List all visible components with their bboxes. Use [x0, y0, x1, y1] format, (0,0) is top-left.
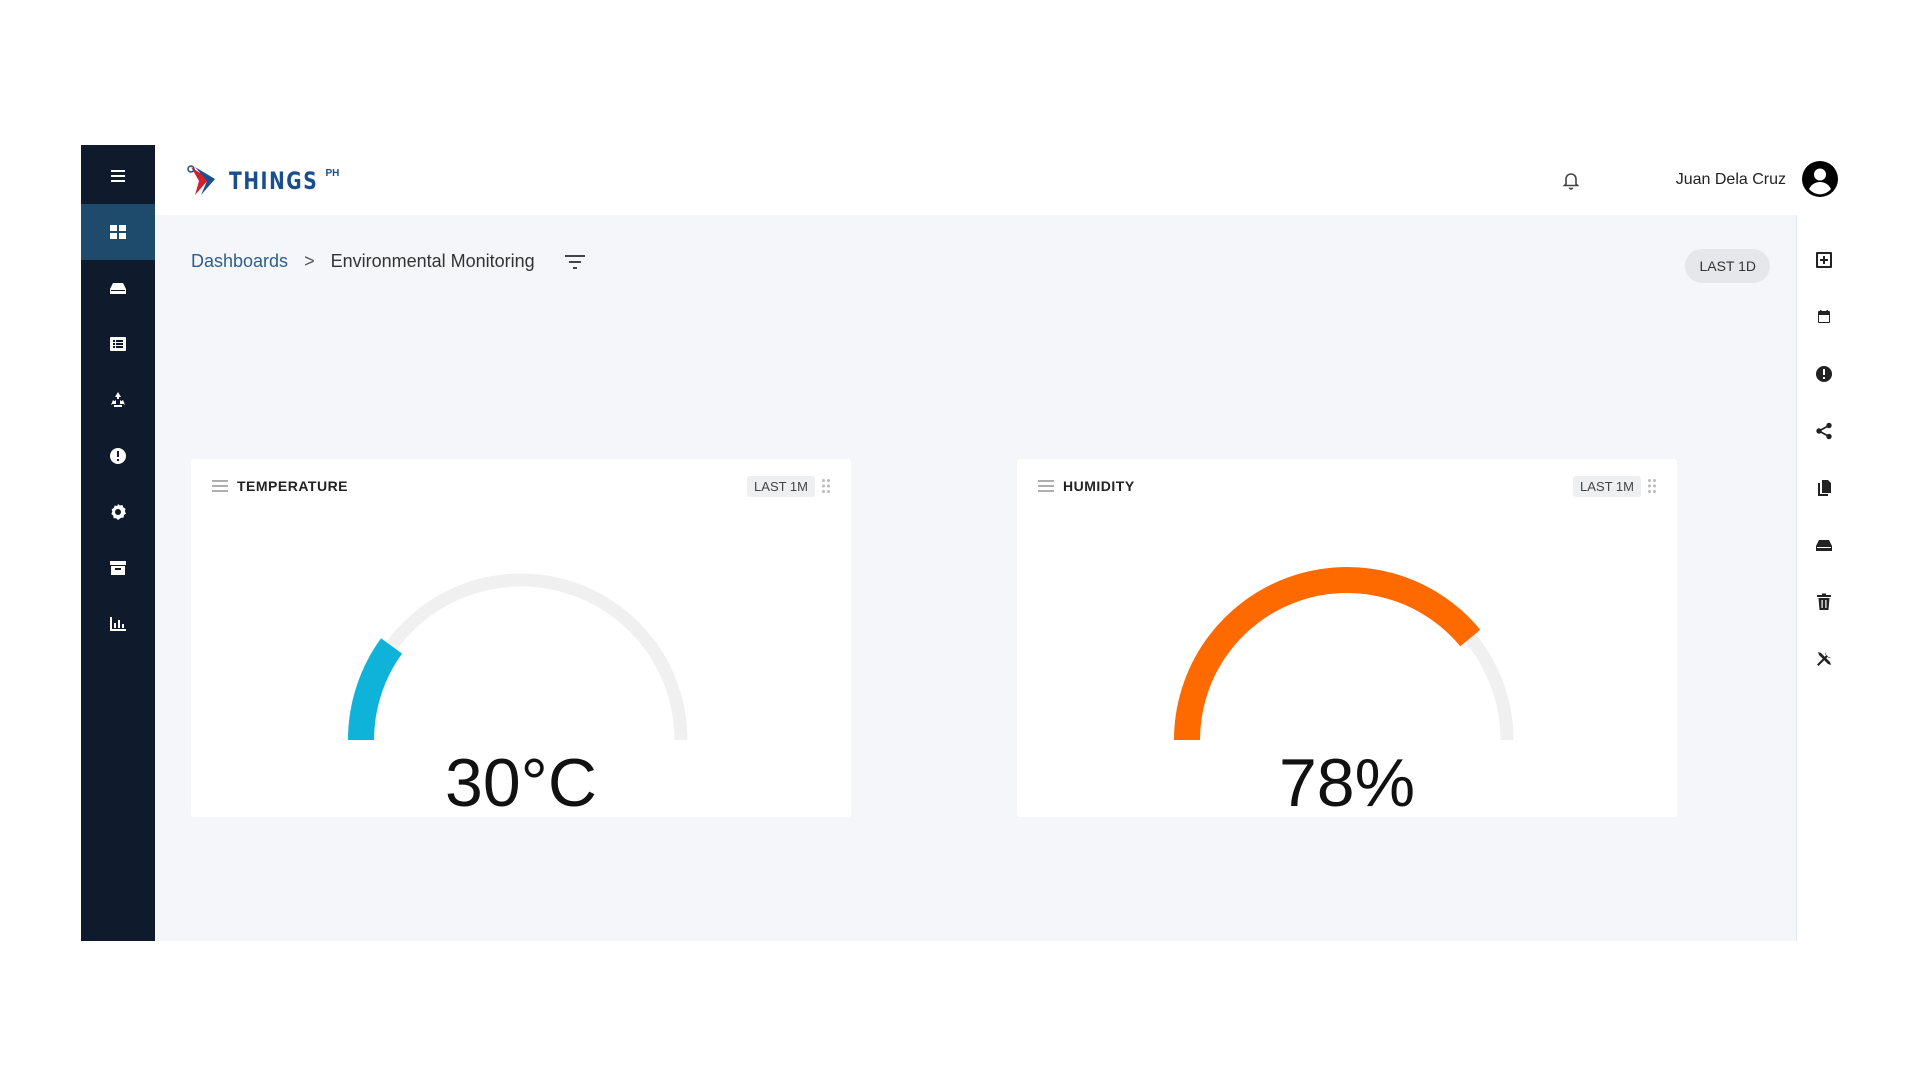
gauge-value-arc [348, 638, 403, 741]
device-icon [110, 283, 126, 294]
menu-icon [111, 170, 125, 182]
list-icon [110, 337, 126, 351]
device-icon [1816, 540, 1832, 551]
sidebar-item-devices[interactable] [81, 260, 155, 316]
gauge-value-arc [1174, 567, 1481, 741]
bell-icon [1562, 173, 1580, 190]
alert-icon [110, 448, 126, 464]
notifications-button[interactable] [1560, 169, 1582, 191]
calendar-icon [1818, 310, 1830, 323]
widget-header: TEMPERATURE LAST 1M [211, 475, 831, 497]
add-widget-icon [1816, 252, 1832, 268]
breadcrumb: Dashboards > Environmental Monitoring [191, 251, 587, 272]
logo-superscript: PH [325, 167, 340, 179]
widget-menu-button[interactable] [1037, 479, 1055, 493]
copy-button[interactable] [1797, 473, 1851, 503]
user-name[interactable]: Juan Dela Cruz [1676, 171, 1786, 189]
sidebar-item-list[interactable] [81, 316, 155, 372]
dashboard-canvas: Dashboards > Environmental Monitoring LA… [155, 215, 1796, 941]
left-sidebar [81, 145, 155, 941]
add-widget-button[interactable] [1797, 245, 1851, 275]
drag-dots-icon [1648, 479, 1656, 493]
menu-toggle-button[interactable] [81, 148, 155, 204]
filter-icon [564, 254, 585, 269]
drag-handle[interactable] [1647, 478, 1657, 494]
sidebar-item-settings[interactable] [81, 484, 155, 540]
gauge-track [1180, 573, 1514, 741]
tools-icon [1817, 652, 1831, 666]
user-avatar[interactable] [1802, 161, 1838, 197]
temperature-widget: TEMPERATURE LAST 1M 30°C [191, 459, 851, 821]
timewindow-button[interactable]: LAST 1D [1685, 249, 1770, 283]
tools-button[interactable] [1797, 644, 1851, 674]
copy-icon [1818, 480, 1831, 496]
delete-icon [1817, 593, 1831, 610]
sidebar-item-archive[interactable] [81, 540, 155, 596]
share-button[interactable] [1797, 416, 1851, 446]
top-bar: THINGS PH Juan Dela Cruz [155, 145, 1850, 216]
widget-timewindow[interactable]: LAST 1M [747, 475, 815, 497]
sidebar-item-recycle[interactable] [81, 372, 155, 428]
logo-mark-icon [187, 165, 215, 195]
drag-handle[interactable] [821, 478, 831, 494]
share-icon [1816, 422, 1832, 440]
archive-icon [110, 561, 126, 575]
alert-icon [1816, 366, 1832, 382]
recycle-icon [111, 392, 125, 407]
menu-icon [1038, 480, 1054, 492]
gauge-value-label: 78% [1278, 745, 1416, 821]
alarms-button[interactable] [1797, 359, 1851, 389]
humidity-widget: HUMIDITY LAST 1M 78% [1017, 459, 1677, 821]
chevron-right-icon: > [304, 251, 315, 271]
gauge-value-label: 30°C [445, 745, 597, 821]
widget-menu-button[interactable] [211, 479, 229, 493]
filter-button[interactable] [563, 252, 587, 272]
menu-icon [212, 480, 228, 492]
devices-button[interactable] [1797, 530, 1851, 560]
widget-title: TEMPERATURE [237, 478, 349, 494]
delete-button[interactable] [1797, 587, 1851, 617]
dashboard-icon [110, 225, 126, 239]
sidebar-item-analytics[interactable] [81, 596, 155, 652]
sidebar-item-alarms[interactable] [81, 428, 155, 484]
drag-dots-icon [822, 479, 830, 493]
app-window: THINGS PH Juan Dela Cruz Dashboards > En… [81, 145, 1851, 941]
widget-title: HUMIDITY [1063, 478, 1135, 494]
breadcrumb-current: Environmental Monitoring [330, 251, 535, 271]
account-circle-icon [1802, 161, 1838, 197]
settings-icon [111, 504, 126, 520]
schedule-button[interactable] [1797, 302, 1851, 332]
app-logo[interactable]: THINGS PH [185, 159, 339, 203]
widget-timewindow[interactable]: LAST 1M [1573, 475, 1641, 497]
chart-icon [110, 617, 126, 631]
logo-text: THINGS [229, 167, 319, 195]
gauge-track [354, 573, 688, 741]
right-toolbar [1796, 215, 1851, 941]
sidebar-item-dashboards[interactable] [81, 204, 155, 260]
breadcrumb-dashboards-link[interactable]: Dashboards [191, 251, 288, 272]
widget-header: HUMIDITY LAST 1M [1037, 475, 1657, 497]
